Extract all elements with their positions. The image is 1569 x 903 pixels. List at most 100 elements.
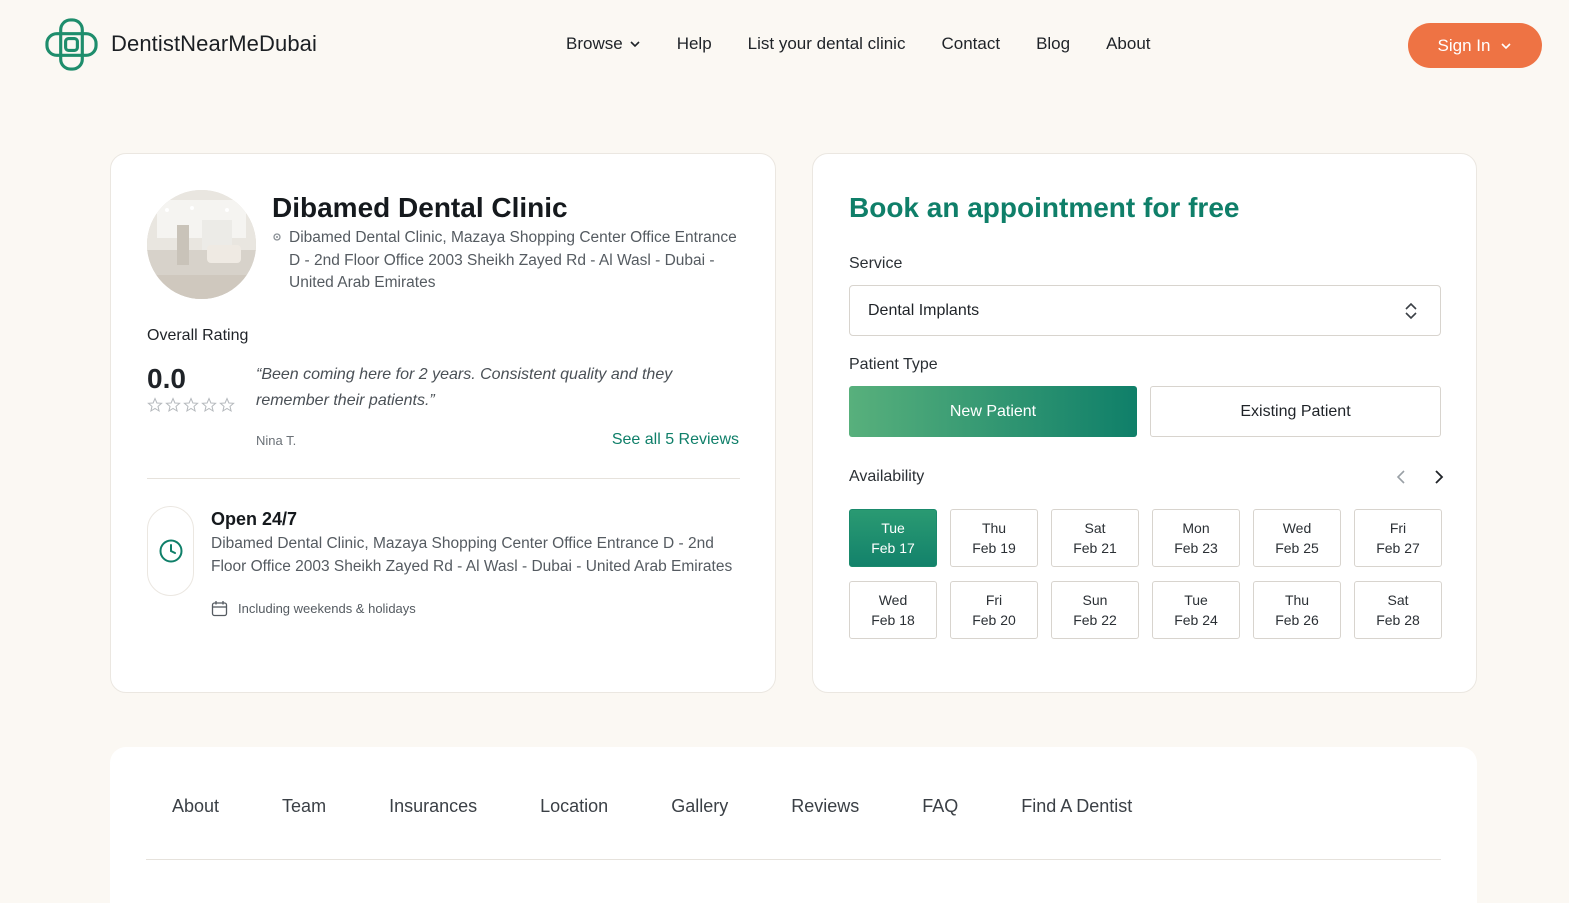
clinic-address: Dibamed Dental Clinic, Mazaya Shopping C… xyxy=(272,227,742,295)
hours-note: Including weekends & holidays xyxy=(211,600,416,617)
star-outline-icon xyxy=(201,397,217,413)
rating-score: 0.0 xyxy=(147,363,186,394)
date-option[interactable]: Wed Feb 25 xyxy=(1253,509,1341,567)
review-quote: “Been coming here for 2 years. Consisten… xyxy=(256,366,673,409)
divider xyxy=(147,478,740,479)
chevron-left-icon xyxy=(1396,470,1405,484)
nav-help[interactable]: Help xyxy=(677,34,712,54)
sign-in-label: Sign In xyxy=(1437,35,1491,55)
hours-title: Open 24/7 xyxy=(211,509,298,529)
sign-in-button[interactable]: Sign In xyxy=(1408,23,1542,68)
date-day: Wed xyxy=(1282,520,1312,536)
date-day: Sat xyxy=(1084,520,1106,536)
next-dates-button[interactable] xyxy=(1429,467,1449,487)
chevron-down-icon xyxy=(1501,42,1512,49)
booking-title: Book an appointment for free xyxy=(849,192,1240,223)
sort-updown-icon xyxy=(1405,302,1417,320)
date-day: Thu xyxy=(981,520,1007,536)
date-date: Feb 28 xyxy=(1376,612,1420,628)
service-select[interactable]: Dental Implants xyxy=(849,285,1441,336)
nav-browse-label: Browse xyxy=(566,34,623,53)
tab-location[interactable]: Location xyxy=(540,796,608,817)
clinic-address-text: Dibamed Dental Clinic, Mazaya Shopping C… xyxy=(289,229,737,291)
rating-stars xyxy=(147,397,237,413)
clinic-interior-image xyxy=(147,190,256,299)
date-pager xyxy=(1373,467,1449,487)
nav-about[interactable]: About xyxy=(1106,34,1150,54)
date-option[interactable]: Fri Feb 20 xyxy=(950,581,1038,639)
date-day: Wed xyxy=(878,592,908,608)
date-day: Mon xyxy=(1182,520,1210,536)
patient-type-label: Patient Type xyxy=(849,356,938,373)
tab-find-a-dentist[interactable]: Find A Dentist xyxy=(1021,796,1132,817)
availability-label: Availability xyxy=(849,468,925,485)
date-date: Feb 24 xyxy=(1174,612,1218,628)
star-outline-icon xyxy=(183,397,199,413)
tabs-divider xyxy=(146,859,1441,860)
date-day: Tue xyxy=(881,520,905,536)
date-date: Feb 18 xyxy=(871,612,915,628)
brand-name[interactable]: DentistNearMeDubai xyxy=(111,31,317,57)
main-nav: Browse Help List your dental clinic Cont… xyxy=(566,34,1187,54)
clinic-photo xyxy=(147,190,256,299)
date-option[interactable]: Tue Feb 17 xyxy=(849,509,937,567)
date-day: Sun xyxy=(1082,592,1108,608)
site-header: DentistNearMeDubai Browse Help List your… xyxy=(0,0,1569,90)
hours-address: Dibamed Dental Clinic, Mazaya Shopping C… xyxy=(211,535,733,575)
logo-icon[interactable] xyxy=(44,17,99,72)
nav-browse[interactable]: Browse xyxy=(566,34,641,54)
date-day: Sat xyxy=(1387,592,1409,608)
date-option[interactable]: Wed Feb 18 xyxy=(849,581,937,639)
date-option[interactable]: Sat Feb 21 xyxy=(1051,509,1139,567)
nav-contact[interactable]: Contact xyxy=(941,34,1000,54)
date-option[interactable]: Fri Feb 27 xyxy=(1354,509,1442,567)
date-option[interactable]: Thu Feb 19 xyxy=(950,509,1038,567)
date-date: Feb 17 xyxy=(871,540,915,556)
nav-list-clinic[interactable]: List your dental clinic xyxy=(748,34,906,54)
tab-insurances[interactable]: Insurances xyxy=(389,796,477,817)
date-day: Thu xyxy=(1284,592,1310,608)
chevron-right-icon xyxy=(1435,470,1444,484)
date-date: Feb 23 xyxy=(1174,540,1218,556)
date-date: Feb 20 xyxy=(972,612,1016,628)
hours-note-text: Including weekends & holidays xyxy=(238,601,416,616)
date-option[interactable]: Thu Feb 26 xyxy=(1253,581,1341,639)
tab-faq[interactable]: FAQ xyxy=(922,796,958,817)
tab-team[interactable]: Team xyxy=(282,796,326,817)
see-all-reviews-link[interactable]: See all 5 Reviews xyxy=(612,431,739,449)
calendar-icon xyxy=(211,601,228,617)
date-day: Fri xyxy=(985,592,1003,608)
tab-gallery[interactable]: Gallery xyxy=(671,796,728,817)
service-label: Service xyxy=(849,255,903,272)
hours-icon-box xyxy=(147,506,194,596)
section-tabs: About Team Insurances Location Gallery R… xyxy=(172,796,1195,817)
clinic-info-card: Dibamed Dental Clinic Dibamed Dental Cli… xyxy=(110,153,776,693)
date-date: Feb 26 xyxy=(1275,612,1319,628)
nav-blog[interactable]: Blog xyxy=(1036,34,1070,54)
date-grid: Tue Feb 17 Thu Feb 19 Sat Feb 21 Mon Feb 23 … xyxy=(849,509,1442,639)
service-select-value: Dental Implants xyxy=(868,301,980,319)
star-outline-icon xyxy=(147,397,163,413)
clinic-name: Dibamed Dental Clinic xyxy=(272,192,568,223)
reviewer-name: Nina T. xyxy=(256,433,297,448)
star-outline-icon xyxy=(165,397,181,413)
tab-reviews[interactable]: Reviews xyxy=(791,796,859,817)
chevron-down-icon xyxy=(630,41,640,48)
new-patient-button[interactable]: New Patient xyxy=(849,386,1137,437)
date-date: Feb 21 xyxy=(1073,540,1117,556)
prev-dates-button[interactable] xyxy=(1391,467,1411,487)
date-date: Feb 22 xyxy=(1073,612,1117,628)
date-date: Feb 27 xyxy=(1376,540,1420,556)
booking-card: Book an appointment for free Service Den… xyxy=(812,153,1477,693)
date-option[interactable]: Sat Feb 28 xyxy=(1354,581,1442,639)
date-day: Tue xyxy=(1184,592,1208,608)
tab-about[interactable]: About xyxy=(172,796,219,817)
section-tabs-card: About Team Insurances Location Gallery R… xyxy=(110,747,1477,903)
location-pin-icon xyxy=(273,233,281,241)
overall-rating-label: Overall Rating xyxy=(147,327,249,344)
date-option[interactable]: Tue Feb 24 xyxy=(1152,581,1240,639)
date-date: Feb 19 xyxy=(972,540,1016,556)
date-option[interactable]: Sun Feb 22 xyxy=(1051,581,1139,639)
existing-patient-button[interactable]: Existing Patient xyxy=(1150,386,1441,437)
date-option[interactable]: Mon Feb 23 xyxy=(1152,509,1240,567)
